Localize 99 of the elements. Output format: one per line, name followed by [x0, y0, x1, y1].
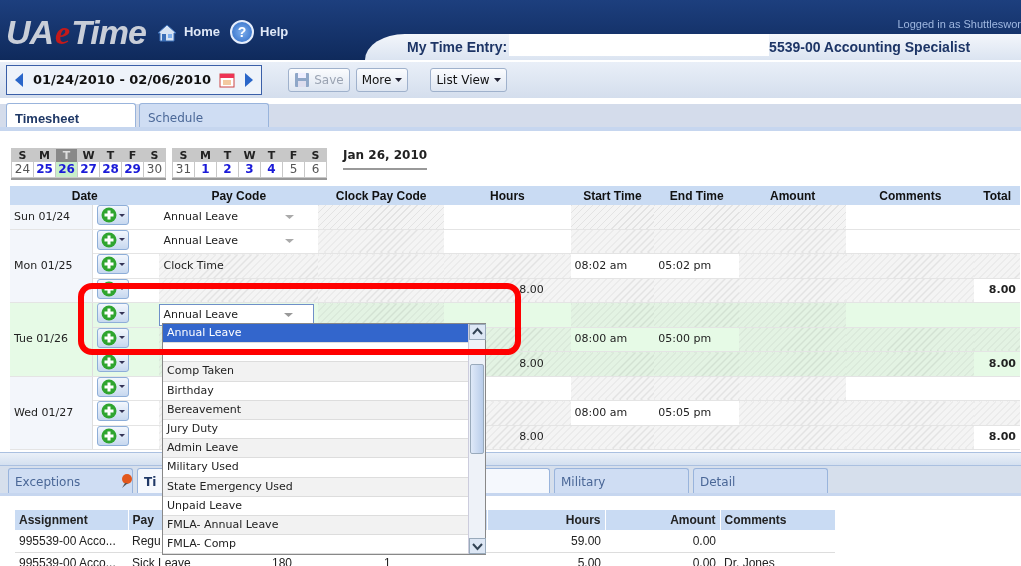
- home-icon: [155, 22, 178, 42]
- caret-icon: [119, 287, 126, 290]
- caret-icon: [119, 311, 126, 315]
- pin-icon: [120, 473, 132, 488]
- dropdown-option[interactable]: Comp Taken: [163, 362, 468, 382]
- column-header: Comments: [846, 186, 975, 205]
- date-cell: Tue 01/26: [10, 302, 93, 376]
- pay-code-value[interactable]: Annual Leave: [163, 233, 238, 250]
- calendar-icon[interactable]: [219, 72, 236, 88]
- weekday-label: T: [56, 148, 77, 162]
- column-header: Amount: [739, 186, 847, 205]
- scroll-up-icon[interactable]: [469, 324, 486, 340]
- plus-icon: [101, 427, 118, 444]
- tab[interactable]: Schedule: [139, 103, 269, 127]
- caret-icon: [119, 238, 126, 241]
- table-cell: 59.00: [487, 530, 605, 552]
- caret-icon: [119, 385, 126, 388]
- header-link[interactable]: Home: [155, 22, 221, 42]
- menu-button[interactable]: List View: [430, 68, 507, 92]
- add-entry-button[interactable]: [97, 303, 130, 323]
- hours-value: 8.00: [519, 430, 544, 443]
- caret-icon: [395, 78, 403, 82]
- date-cell: Mon 01/25: [10, 229, 93, 303]
- add-entry-button[interactable]: [97, 425, 130, 446]
- column-header: Total: [974, 186, 1020, 205]
- entry-label: My Time Entry:: [407, 37, 508, 57]
- time-value: 08:00 am: [574, 332, 628, 345]
- plus-icon: [101, 354, 118, 370]
- plus-icon: [101, 207, 118, 223]
- tab[interactable]: Timesheet: [6, 103, 136, 127]
- column-header: Hours: [444, 186, 571, 205]
- add-entry-button[interactable]: [97, 229, 130, 250]
- pay-code-input[interactable]: Annual Leave: [159, 303, 315, 326]
- total-value: 8.00: [988, 356, 1016, 370]
- header-link[interactable]: ? Help: [230, 20, 289, 44]
- column-header: Comments: [720, 510, 835, 530]
- dropdown-arrow-icon[interactable]: [285, 214, 295, 219]
- dropdown-option[interactable]: State Emergency Used: [163, 477, 468, 497]
- column-header: Start Time: [570, 186, 655, 205]
- column-header: Pay Code: [159, 186, 319, 205]
- plus-icon: [101, 256, 118, 272]
- plus-icon: [101, 305, 118, 321]
- caret-icon: [493, 78, 501, 82]
- column-header: Hours: [487, 510, 605, 530]
- table-cell: 0.00: [605, 530, 720, 552]
- tab[interactable]: Military: [554, 468, 689, 493]
- caret-icon: [119, 336, 126, 339]
- date-cell: Sun 01/24: [10, 205, 93, 229]
- scrollbar[interactable]: [468, 324, 485, 555]
- plus-icon: [101, 329, 118, 346]
- scrollbar-thumb[interactable]: [470, 364, 484, 455]
- current-date: Jan 26, 2010: [343, 146, 428, 170]
- hours-value: 8.00: [519, 356, 544, 370]
- time-value: 08:02 am: [574, 258, 628, 272]
- previous-arrow-icon[interactable]: [13, 72, 25, 88]
- add-entry-button[interactable]: [97, 205, 130, 225]
- dropdown-option[interactable]: FMLA- Annual Leave: [163, 515, 468, 536]
- caret-icon: [119, 409, 126, 413]
- column-header: Clock Pay Code: [318, 186, 445, 205]
- date-cell: Wed 01/27: [10, 376, 93, 450]
- dropdown-option[interactable]: Admin Leave: [163, 439, 468, 459]
- time-value: 05:05 pm: [658, 405, 712, 419]
- time-value: 05:00 pm: [658, 332, 712, 345]
- dropdown-arrow-icon[interactable]: [284, 312, 294, 317]
- scroll-down-icon[interactable]: [469, 538, 486, 555]
- plus-icon: [101, 378, 118, 395]
- logged-in-text: Logged in as Shuttleswor: [896, 17, 1021, 32]
- time-value: 08:00 am: [574, 405, 628, 419]
- plus-icon: [101, 231, 118, 248]
- hours-value: 8.00: [519, 283, 544, 296]
- assignment-title: 5539-00 Accounting Specialist: [769, 37, 971, 57]
- caret-icon: [119, 434, 126, 437]
- dropdown-option[interactable]: Annual Leave: [163, 324, 468, 344]
- add-entry-button[interactable]: [97, 327, 130, 348]
- pay-code-value: Clock Time: [163, 258, 224, 272]
- total-value: 8.00: [988, 430, 1016, 443]
- menu-button[interactable]: More: [355, 68, 409, 92]
- date-range: 01/24/2010 - 02/06/2010: [33, 71, 212, 90]
- tab[interactable]: Exceptions: [8, 468, 133, 493]
- column-header: End Time: [654, 186, 740, 205]
- column-header: Date: [10, 186, 160, 205]
- dropdown-option[interactable]: Bereavement: [163, 400, 468, 420]
- add-entry-button[interactable]: [97, 376, 130, 397]
- app-logo: UAeTime: [6, 14, 146, 50]
- plus-icon: [101, 403, 118, 419]
- time-value: 05:02 pm: [658, 258, 712, 272]
- help-icon: ?: [230, 20, 255, 44]
- add-entry-button[interactable]: [97, 401, 130, 421]
- dropdown-arrow-icon[interactable]: [285, 239, 295, 244]
- column-header: Assignment: [15, 510, 128, 530]
- tab[interactable]: Detail: [693, 468, 828, 493]
- column-header: Amount: [605, 510, 720, 530]
- pay-code-value[interactable]: Annual Leave: [163, 208, 238, 225]
- total-value: 8.00: [988, 283, 1016, 296]
- add-entry-button[interactable]: [97, 254, 130, 274]
- caret-icon: [119, 262, 126, 266]
- caret-icon: [119, 360, 126, 364]
- table-cell: 995539-00 Acco...: [15, 530, 128, 552]
- caret-icon: [119, 213, 126, 217]
